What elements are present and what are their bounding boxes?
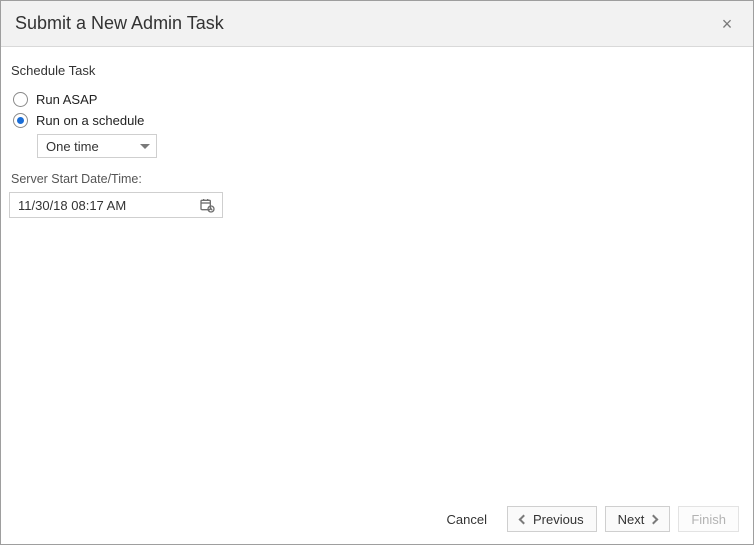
next-button-label: Next	[618, 512, 645, 527]
previous-button-label: Previous	[533, 512, 584, 527]
dialog-body: Schedule Task Run ASAP Run on a schedule…	[1, 47, 753, 496]
dialog-footer: Cancel Previous Next Finish	[1, 496, 753, 544]
dialog-title: Submit a New Admin Task	[15, 13, 224, 34]
start-datetime-input[interactable]: 11/30/18 08:17 AM	[9, 192, 223, 218]
finish-button: Finish	[678, 506, 739, 532]
cancel-button-label: Cancel	[447, 512, 487, 527]
finish-button-label: Finish	[691, 512, 726, 527]
radio-icon	[13, 113, 28, 128]
radio-run-asap-label: Run ASAP	[36, 92, 97, 107]
radio-icon	[13, 92, 28, 107]
start-datetime-label: Server Start Date/Time:	[11, 172, 745, 186]
dialog: Submit a New Admin Task × Schedule Task …	[0, 0, 754, 545]
cancel-button[interactable]: Cancel	[435, 506, 499, 532]
chevron-down-icon	[140, 144, 150, 149]
frequency-select[interactable]: One time	[37, 134, 157, 158]
close-button[interactable]: ×	[715, 12, 739, 36]
frequency-select-value: One time	[46, 139, 99, 154]
close-icon: ×	[722, 15, 733, 33]
previous-button[interactable]: Previous	[507, 506, 597, 532]
radio-run-asap[interactable]: Run ASAP	[13, 92, 745, 107]
next-button[interactable]: Next	[605, 506, 671, 532]
chevron-left-icon	[519, 514, 529, 524]
chevron-right-icon	[649, 514, 659, 524]
dialog-header: Submit a New Admin Task ×	[1, 1, 753, 47]
start-datetime-value: 11/30/18 08:17 AM	[18, 198, 126, 213]
section-heading: Schedule Task	[11, 63, 745, 78]
radio-run-schedule[interactable]: Run on a schedule	[13, 113, 745, 128]
radio-run-schedule-label: Run on a schedule	[36, 113, 144, 128]
calendar-icon[interactable]	[198, 196, 216, 214]
